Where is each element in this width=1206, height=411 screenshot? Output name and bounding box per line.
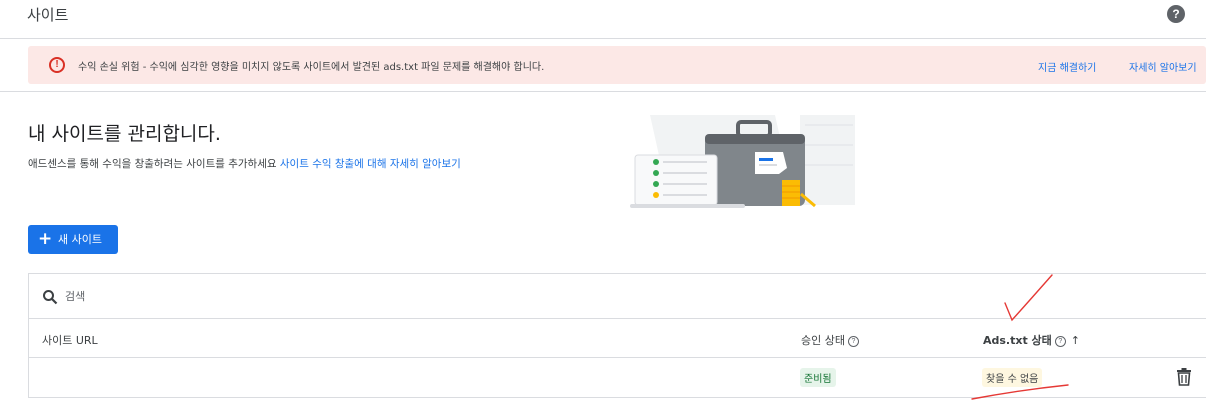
ads-txt-alert-banner: ! 수익 손실 위험 - 수익에 심각한 영향을 미치지 않도록 사이트에서 발… [28,46,1206,84]
checklist-line [663,183,707,185]
column-header-ads-txt-label: Ads.txt 상태 [983,334,1052,347]
check-dot [653,170,659,176]
plus-icon: + [38,229,53,249]
column-header-ads-txt-status[interactable]: Ads.txt 상태? ↑ [983,332,1080,348]
intro-description-text: 애드센스를 통해 수익을 창출하려는 사이트를 추가하세요 [28,158,280,170]
checklist-line [663,161,707,163]
checklist-line [663,194,707,196]
trash-icon[interactable] [1176,368,1192,386]
pending-dot [653,192,659,198]
intro-title: 내 사이트를 관리합니다. [28,123,221,145]
laptop-base [630,204,745,208]
alert-message: 수익 손실 위험 - 수익에 심각한 영향을 미치지 않도록 사이트에서 발견된… [78,62,545,73]
fix-now-link[interactable]: 지금 해결하기 [1038,59,1096,74]
help-circle-icon[interactable]: ? [847,335,859,347]
illustration-background-stack [800,115,855,205]
search-icon [43,290,58,305]
alert-learn-more-link[interactable]: 자세히 알아보기 [1129,59,1197,74]
briefcase-top [705,134,805,144]
document-on-briefcase [755,152,787,174]
document-line-blue [759,158,773,161]
search-input[interactable] [65,286,365,306]
monetization-learn-more-link[interactable]: 사이트 수익 창출에 대해 자세히 알아보기 [280,158,461,170]
intro-description: 애드센스를 통해 수익을 창출하려는 사이트를 추가하세요 사이트 수익 창출에… [28,156,461,171]
check-dot [653,181,659,187]
top-header: 사이트 ? [0,0,1206,39]
coin-stack [782,180,800,206]
ads-txt-status-badge: 찾을 수 없음 [982,368,1043,387]
column-header-approval-status[interactable]: 승인 상태? [801,332,859,348]
help-icon[interactable]: ? [1167,5,1185,23]
table-header-row: 사이트 URL 승인 상태? Ads.txt 상태? ↑ [29,319,1206,358]
table-row[interactable]: 준비됨 찾을 수 없음 [29,358,1206,396]
help-circle-icon[interactable]: ? [1054,335,1066,347]
error-icon: ! [49,57,65,73]
new-site-button[interactable]: + 새 사이트 [28,225,118,254]
column-header-approval-label: 승인 상태 [801,334,845,347]
sites-table: 사이트 URL 승인 상태? Ads.txt 상태? ↑ 준비됨 찾을 수 없음 [28,273,1206,398]
column-header-site-url[interactable]: 사이트 URL [42,332,98,348]
section-divider [0,91,1206,92]
checklist-line [663,172,707,174]
sort-arrow-up-icon[interactable]: ↑ [1071,334,1080,347]
table-search-row [29,274,1206,319]
approval-status-badge: 준비됨 [800,368,836,387]
sites-illustration [630,115,855,208]
new-site-button-label: 새 사이트 [58,233,102,246]
check-dot [653,159,659,165]
document-line [759,164,777,166]
page-title: 사이트 [27,6,69,24]
sites-page: 사이트 ? ! 수익 손실 위험 - 수익에 심각한 영향을 미치지 않도록 사… [0,0,1206,411]
